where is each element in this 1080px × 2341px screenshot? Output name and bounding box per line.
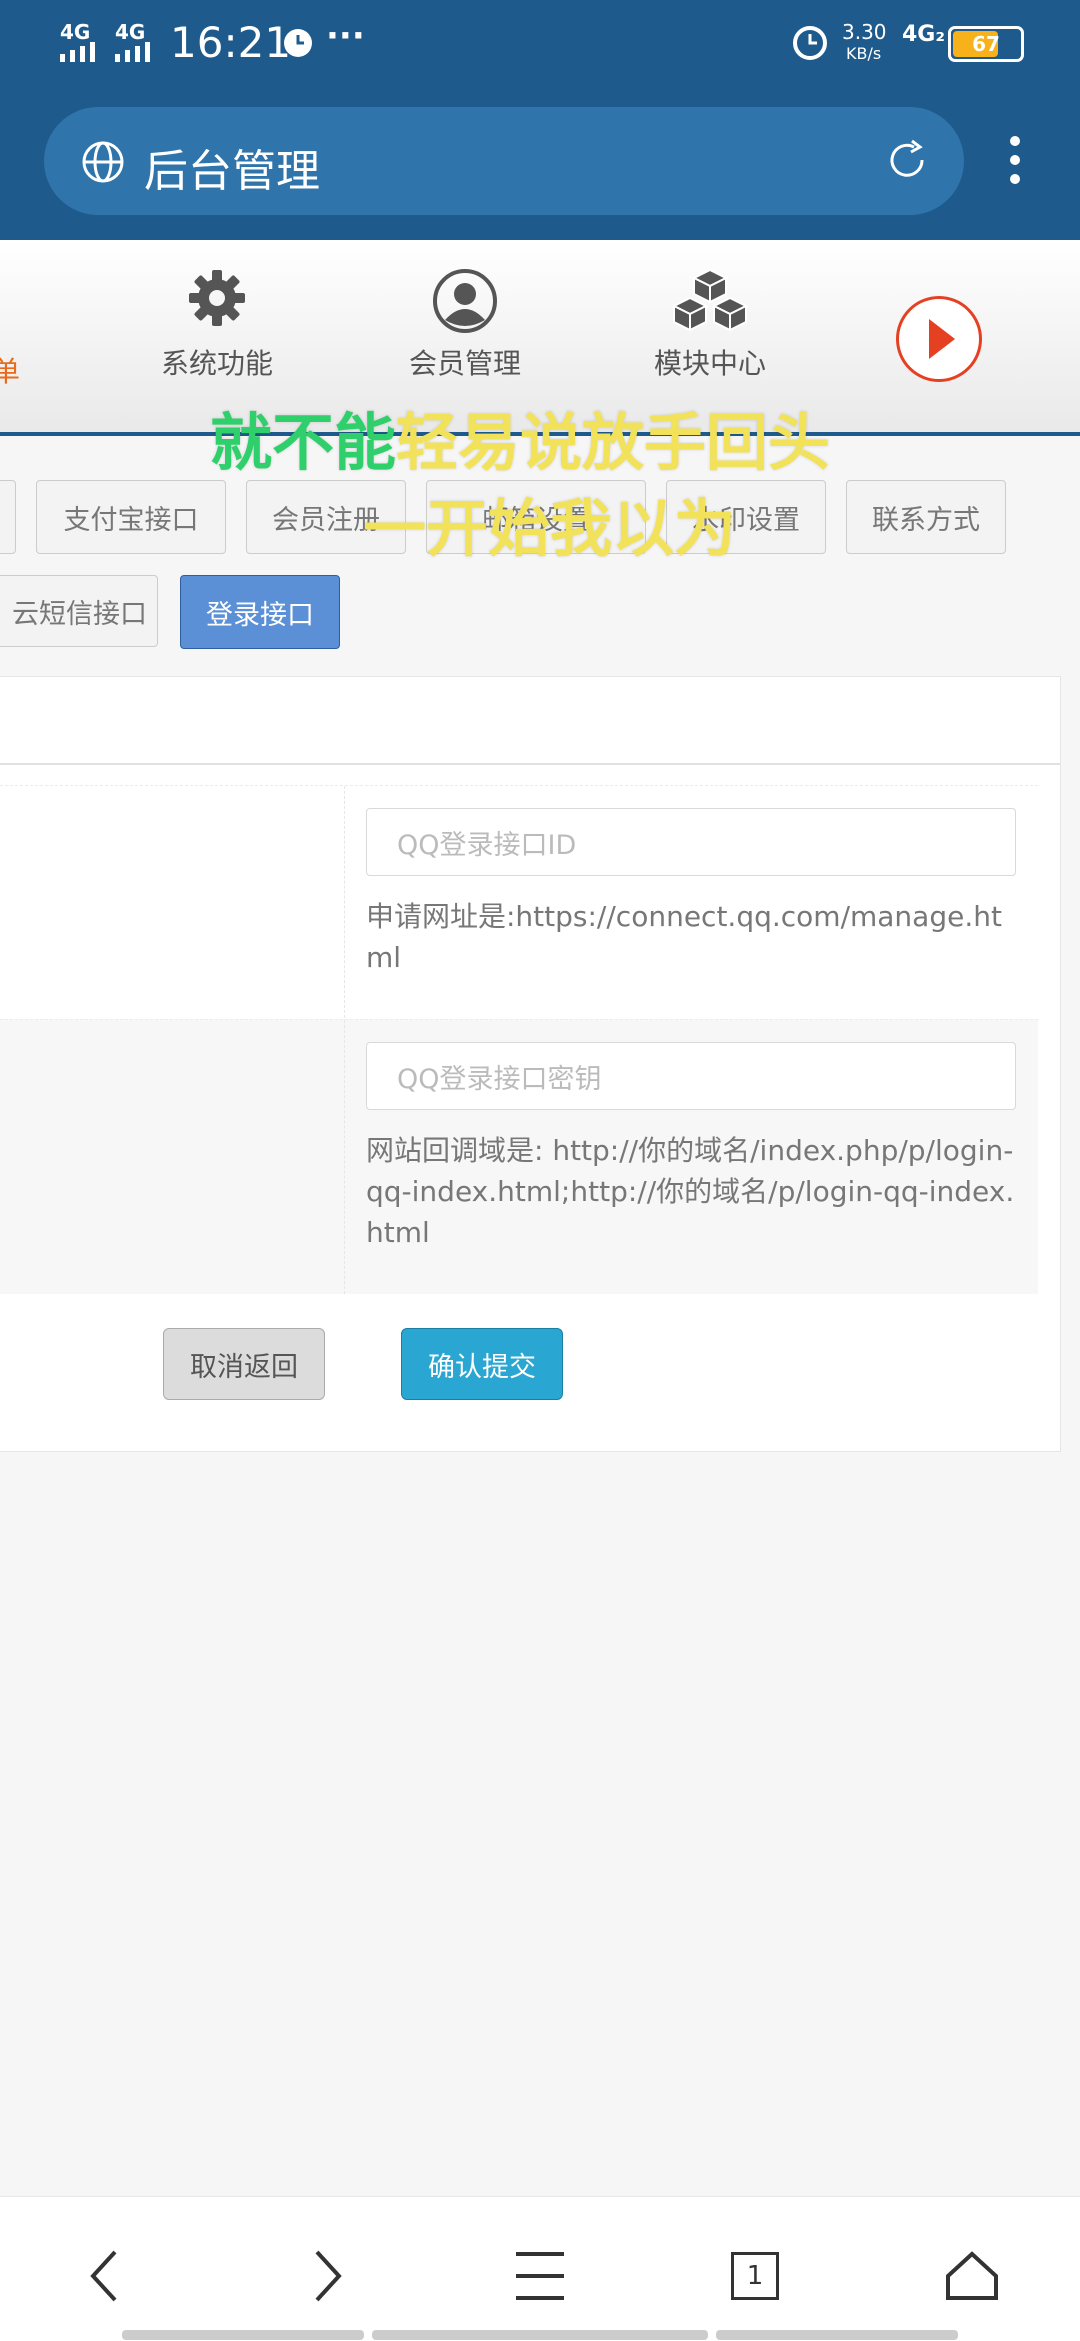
home-icon bbox=[946, 2251, 998, 2300]
globe-icon bbox=[82, 141, 124, 183]
hamburger-icon bbox=[516, 2252, 564, 2300]
browser-header: 4G 4G 16:21 ··· 3.30 KB/s 4G₂ 67 后台管理 bbox=[0, 0, 1080, 240]
address-bar[interactable]: 后台管理 bbox=[44, 107, 964, 215]
network-2-label: 4G bbox=[115, 20, 146, 44]
lyric-line-1-rest: 轻易说放手回头 bbox=[396, 406, 831, 479]
alarm-status-icon bbox=[793, 26, 827, 60]
nav-item-modules[interactable]: 模块中心 bbox=[620, 268, 800, 382]
network-1-label: 4G bbox=[60, 20, 91, 44]
lyric-line-1: 就不能轻易说放手回头 bbox=[210, 392, 830, 482]
panel-header bbox=[0, 677, 1060, 765]
battery-level: 67 bbox=[972, 32, 1000, 56]
play-icon bbox=[929, 319, 955, 359]
nav-item-members[interactable]: 会员管理 bbox=[375, 268, 555, 382]
clock-time: 16:21 bbox=[170, 18, 292, 67]
network-3-label: 4G₂ bbox=[902, 22, 946, 47]
qq-login-id-input[interactable]: QQ登录接口ID bbox=[366, 808, 1016, 876]
tab-login-interface[interactable]: 登录接口 bbox=[180, 575, 340, 649]
cubes-icon bbox=[671, 268, 749, 332]
form-row-qq-id: QQ登录接口ID 申请网址是:https://connect.qq.com/ma… bbox=[0, 785, 1038, 1018]
back-button[interactable] bbox=[70, 2241, 140, 2311]
nav-label-system: 系统功能 bbox=[160, 347, 273, 380]
nav-next-button[interactable] bbox=[896, 296, 982, 382]
chevron-left-icon bbox=[90, 2250, 117, 2302]
chevron-right-icon bbox=[315, 2250, 342, 2302]
qq-login-secret-help: 网站回调域是: http://你的域名/index.php/p/login-qq… bbox=[366, 1134, 1015, 1249]
tab-contact[interactable]: 联系方式 bbox=[846, 480, 1006, 554]
forward-button[interactable] bbox=[292, 2241, 362, 2311]
cancel-button[interactable]: 取消返回 bbox=[163, 1328, 325, 1400]
tabs-button[interactable]: 1 bbox=[720, 2241, 790, 2311]
alarm-icon bbox=[284, 29, 312, 57]
qq-login-secret-input[interactable]: QQ登录接口密钥 bbox=[366, 1042, 1016, 1110]
nav-item-prev-partial[interactable]: 单 bbox=[0, 350, 20, 390]
page-title: 后台管理 bbox=[144, 146, 320, 197]
nav-item-system[interactable]: 系统功能 bbox=[127, 268, 307, 382]
lyric-line-1-sung: 就不能 bbox=[210, 406, 397, 479]
gear-icon bbox=[189, 270, 245, 326]
menu-button[interactable] bbox=[505, 2241, 575, 2311]
tab-partial-left[interactable] bbox=[0, 480, 16, 554]
net-speed-value: 3.30 bbox=[842, 20, 887, 44]
battery-icon: 67 bbox=[948, 26, 1024, 62]
home-button[interactable] bbox=[937, 2241, 1007, 2311]
qq-login-id-help: 申请网址是:https://connect.qq.com/manage.html bbox=[366, 900, 1002, 974]
user-icon bbox=[433, 269, 497, 333]
tab-count: 1 bbox=[731, 2252, 779, 2300]
browser-bottom-bar: 1 bbox=[0, 2196, 1080, 2341]
net-speed-unit: KB/s bbox=[846, 44, 882, 63]
signal-2-icon bbox=[115, 42, 150, 62]
refresh-icon[interactable] bbox=[884, 137, 930, 183]
submit-button[interactable]: 确认提交 bbox=[401, 1328, 563, 1400]
lyric-line-2: 一开始我以为 bbox=[364, 492, 737, 565]
signal-1-icon bbox=[60, 42, 95, 62]
more-menu-icon[interactable] bbox=[1010, 136, 1020, 193]
form-row-qq-secret: QQ登录接口密钥 网站回调域是: http://你的域名/index.php/p… bbox=[0, 1019, 1038, 1294]
tab-alipay[interactable]: 支付宝接口 bbox=[36, 480, 226, 554]
tab-cloud-sms[interactable]: 云短信接口 bbox=[0, 575, 158, 647]
more-notifications: ··· bbox=[326, 16, 365, 56]
nav-label-members: 会员管理 bbox=[408, 347, 521, 380]
nav-label-modules: 模块中心 bbox=[653, 347, 766, 380]
